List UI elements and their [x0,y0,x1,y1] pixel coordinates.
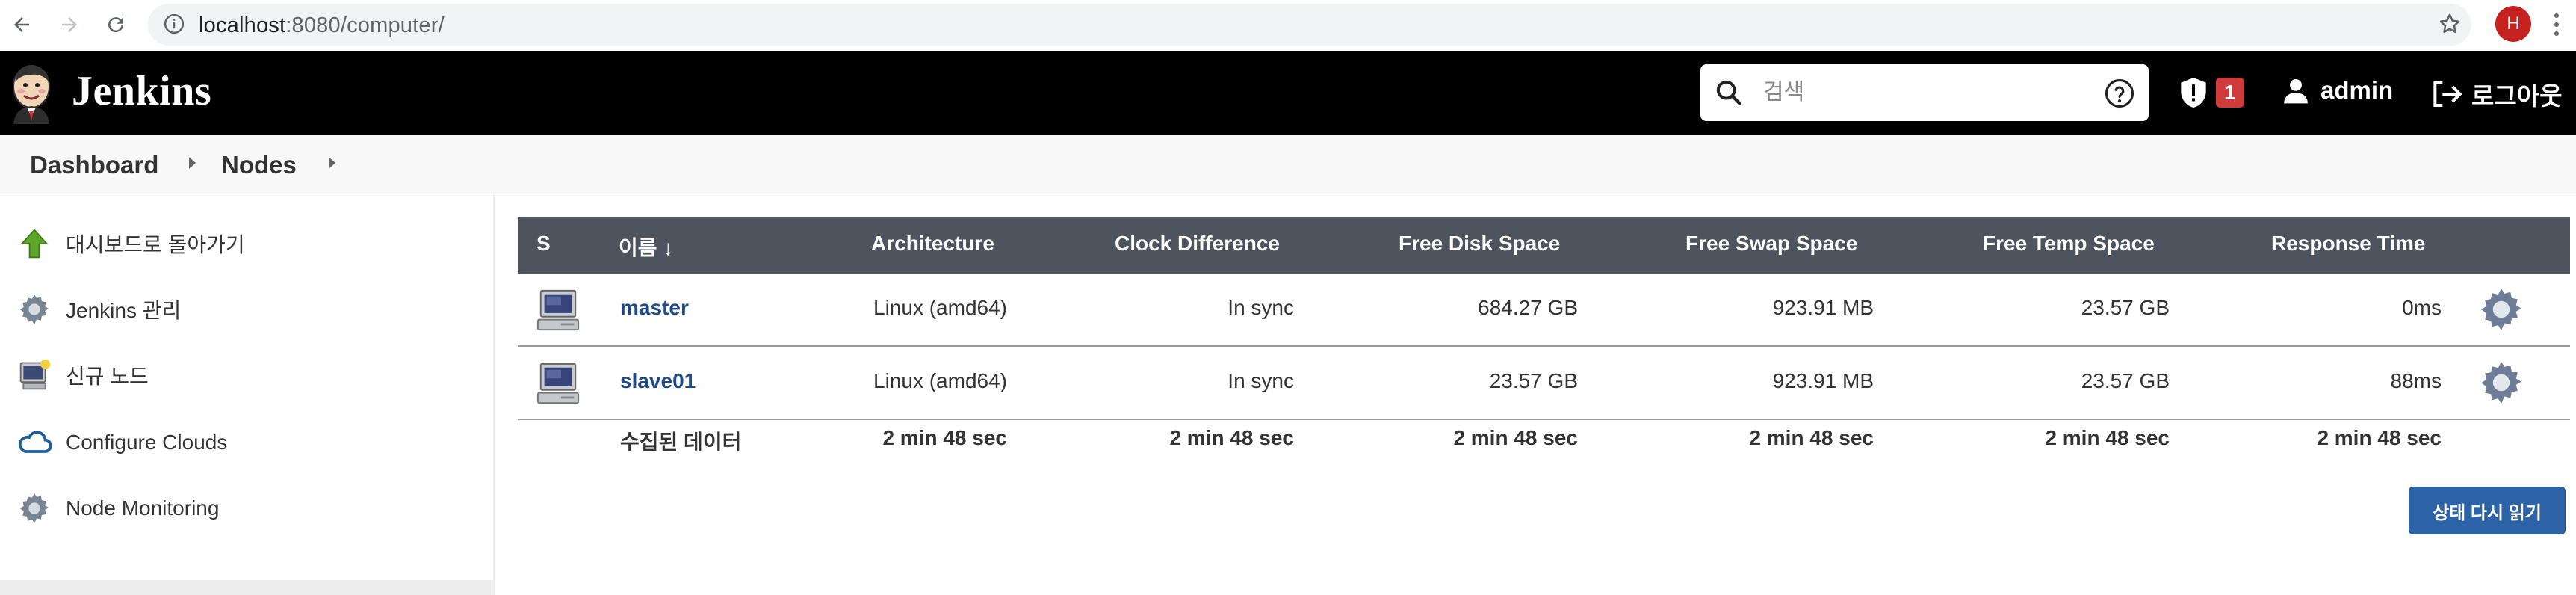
clock-difference-value: In sync [1227,296,1294,319]
cloud-icon [16,425,52,460]
summary-free-swap: 2 min 48 sec [1749,426,1874,449]
url-host: localhost [199,13,286,37]
reload-icon [108,17,124,33]
sidebar-item-configure-clouds[interactable]: Configure Clouds [16,420,227,465]
jenkins-logo-icon[interactable] [7,61,55,124]
back-arrow-icon [14,17,29,32]
free-disk-value: 23.57 GB [1489,369,1578,392]
free-temp-value: 23.57 GB [2081,296,2170,319]
help-icon[interactable] [2104,78,2135,113]
sidebar-item-new-node[interactable]: 신규 노드 [16,353,149,398]
summary-row: 수집된 데이터 2 min 48 sec 2 min 48 sec 2 min … [518,420,2570,462]
sidebar-item-label: Configure Clouds [66,431,228,454]
column-free-swap-space[interactable]: Free Swap Space [1685,232,1857,256]
logout-icon [2433,81,2462,107]
gear-icon [16,292,52,327]
sidebar-item-label: 대시보드로 돌아가기 [66,233,245,256]
sidebar-footer [0,580,495,595]
logout-label: 로그아웃 [2471,82,2563,110]
back-button[interactable] [4,7,39,42]
breadcrumb: Dashboard Nodes [0,135,2576,194]
logout-link[interactable]: 로그아웃 [2431,76,2562,112]
forward-button[interactable] [52,7,87,42]
summary-label: 수집된 데이터 [620,431,742,454]
configure-node-gear-icon[interactable] [2477,359,2525,410]
table-header: S 이름 ↓ Architecture Clock Difference Fre… [518,217,2570,274]
free-temp-value: 23.57 GB [2081,369,2170,392]
free-swap-value: 923.91 MB [1772,369,1874,392]
sidebar-item-node-monitoring[interactable]: Node Monitoring [16,486,219,531]
breadcrumb-nodes[interactable]: Nodes [221,151,297,179]
reload-button[interactable] [99,7,133,42]
response-time-value: 0ms [2402,296,2442,319]
search-input[interactable] [1762,76,2090,109]
sidebar-item-label: Jenkins 관리 [66,299,182,322]
search-box [1700,64,2149,121]
column-status[interactable]: S [536,232,551,256]
sidebar-item-back-to-dashboard[interactable]: 대시보드로 돌아가기 [16,221,245,266]
breadcrumb-chevron-icon[interactable] [189,157,196,169]
architecture-value: Linux (amd64) [873,369,1007,392]
browser-toolbar: localhost:8080/computer/ H [0,0,2576,49]
summary-architecture: 2 min 48 sec [882,426,1007,449]
url-text[interactable]: localhost:8080/computer/ [199,13,445,38]
column-clock-difference[interactable]: Clock Difference [1115,232,1280,256]
shield-icon [2181,78,2206,108]
column-free-temp-space[interactable]: Free Temp Space [1983,232,2155,256]
column-free-disk-space[interactable]: Free Disk Space [1399,232,1560,256]
column-architecture[interactable]: Architecture [871,232,994,256]
summary-free-temp: 2 min 48 sec [2045,426,2170,449]
node-link[interactable]: master [620,296,689,320]
free-swap-value: 923.91 MB [1772,296,1874,319]
table-row: master Linux (amd64) In sync 684.27 GB 9… [518,274,2570,347]
user-icon [2284,78,2308,104]
sidebar-item-manage-jenkins[interactable]: Jenkins 관리 [16,287,181,332]
jenkins-header: Jenkins 1 admin 로그아웃 [0,51,2576,135]
summary-free-disk: 2 min 48 sec [1453,426,1578,449]
clock-difference-value: In sync [1227,369,1294,392]
search-icon [1714,78,1744,111]
up-arrow-icon [16,226,52,262]
alert-count-badge: 1 [2216,78,2244,108]
summary-clock-difference: 2 min 48 sec [1169,426,1294,449]
info-icon[interactable] [163,13,185,39]
architecture-value: Linux (amd64) [873,296,1007,319]
browser-menu-icon[interactable] [2549,7,2564,42]
computer-icon [535,287,581,339]
column-response-time[interactable]: Response Time [2271,232,2425,256]
table-row: slave01 Linux (amd64) In sync 23.57 GB 9… [518,347,2570,420]
user-menu[interactable]: admin [2282,76,2393,105]
computer-icon [535,360,581,412]
refresh-status-button[interactable]: 상태 다시 읽기 [2409,487,2566,534]
new-computer-icon [16,357,52,393]
summary-response-time: 2 min 48 sec [2317,426,2442,449]
response-time-value: 88ms [2390,369,2442,392]
column-name[interactable]: 이름 ↓ [619,232,673,262]
forward-arrow-icon [62,17,77,32]
free-disk-value: 684.27 GB [1478,296,1578,319]
sidebar: 대시보드로 돌아가기 Jenkins 관리 신규 노드 Configure Cl… [0,194,495,595]
configure-node-gear-icon[interactable] [2477,286,2525,337]
sidebar-item-label: 신규 노드 [66,365,149,388]
username: admin [2320,76,2394,104]
profile-avatar[interactable]: H [2495,6,2531,42]
sidebar-item-label: Node Monitoring [66,496,220,520]
breadcrumb-dashboard[interactable]: Dashboard [30,151,158,179]
gear-icon [16,490,52,526]
brand-title[interactable]: Jenkins [72,67,211,115]
url-path: :8080/computer/ [285,13,445,37]
breadcrumb-chevron-icon[interactable] [329,157,335,169]
address-bar[interactable]: localhost:8080/computer/ [148,4,2471,46]
node-link[interactable]: slave01 [620,369,696,393]
security-alert[interactable]: 1 [2179,76,2244,109]
bookmark-star-icon[interactable] [2437,11,2462,40]
